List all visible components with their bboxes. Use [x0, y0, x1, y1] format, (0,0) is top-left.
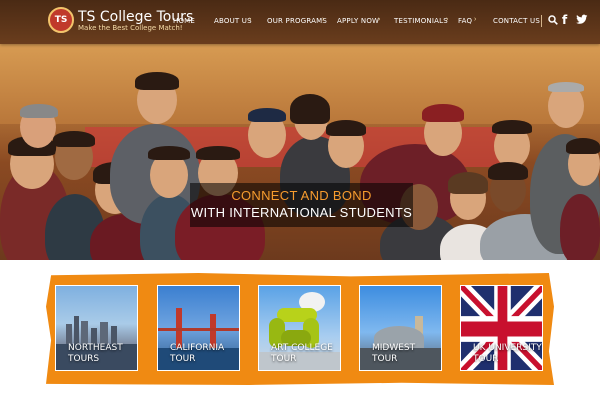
- hero-caption-line1: CONNECT AND BOND: [231, 188, 372, 203]
- chevron-right-icon: ›: [378, 16, 381, 23]
- tour-label: ART COLLEGE TOUR: [271, 343, 333, 364]
- nav-contact-us[interactable]: CONTACT US: [493, 17, 540, 25]
- tour-card-uk-university[interactable]: UK UNIVERSITY TOUR: [460, 285, 543, 371]
- tour-card-midwest[interactable]: MIDWEST TOUR: [359, 285, 442, 371]
- nav-our-programs[interactable]: OUR PROGRAMS: [267, 17, 327, 25]
- chevron-right-icon: ›: [322, 16, 325, 23]
- hero-caption: CONNECT AND BOND WITH INTERNATIONAL STUD…: [190, 183, 413, 227]
- tour-label: NORTHEAST TOURS: [68, 343, 123, 364]
- tour-label: MIDWEST TOUR: [372, 343, 416, 364]
- tour-label: UK UNIVERSITY TOUR: [473, 343, 542, 364]
- nav-testimonials[interactable]: TESTIMONIALS: [394, 17, 448, 25]
- chevron-right-icon: ›: [474, 16, 477, 23]
- tour-card-art-college[interactable]: ART COLLEGE TOUR: [258, 285, 341, 371]
- tour-card-northeast[interactable]: NORTHEAST TOURS: [55, 285, 138, 371]
- hero-banner: CONNECT AND BOND WITH INTERNATIONAL STUD…: [0, 44, 600, 260]
- chevron-right-icon: ›: [446, 16, 449, 23]
- logo-text: TS: [54, 15, 68, 25]
- chevron-right-icon: ›: [249, 16, 252, 23]
- facebook-icon[interactable]: f: [562, 13, 567, 27]
- search-icon[interactable]: [548, 15, 558, 25]
- nav-apply-now[interactable]: APPLY NOW: [337, 17, 379, 25]
- tour-label: CALIFORNIA TOUR: [170, 343, 225, 364]
- nav-home[interactable]: HOME: [173, 17, 195, 25]
- site-header: TS TS College Tours Make the Best Colleg…: [0, 0, 600, 44]
- nav-about-us[interactable]: ABOUT US: [214, 17, 252, 25]
- site-tagline: Make the Best College Match!: [78, 24, 183, 32]
- logo-icon[interactable]: TS: [48, 7, 74, 33]
- tour-card-california[interactable]: CALIFORNIA TOUR: [157, 285, 240, 371]
- nav-faq[interactable]: FAQ: [458, 17, 472, 25]
- hero-caption-line2: WITH INTERNATIONAL STUDENTS: [190, 205, 413, 220]
- twitter-icon[interactable]: [576, 14, 588, 25]
- nav-divider: [541, 15, 542, 27]
